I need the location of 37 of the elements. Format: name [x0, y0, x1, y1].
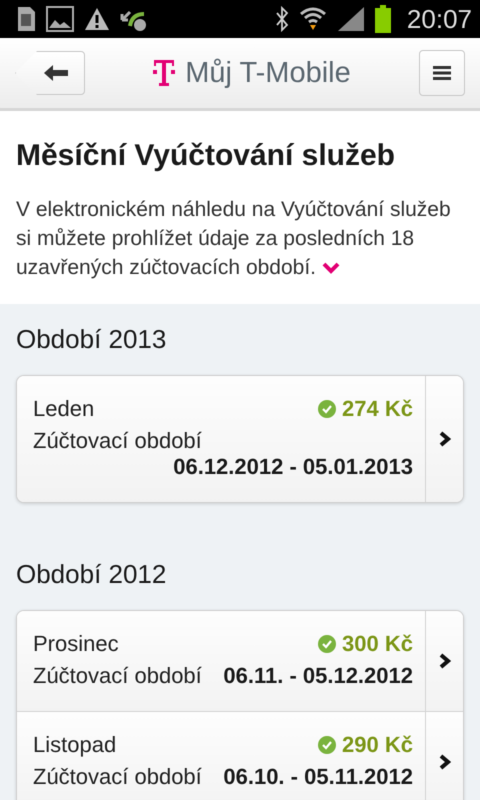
- period-dates: 06.11. - 05.12.2012: [223, 663, 413, 689]
- warning-icon: [84, 7, 110, 31]
- wifi-icon: [298, 6, 327, 32]
- back-button[interactable]: [15, 51, 85, 95]
- month-label: Prosinec: [33, 631, 119, 657]
- chevron-icon: [438, 431, 450, 447]
- section-title: Období 2012: [16, 559, 168, 590]
- month-label: Leden: [33, 396, 94, 422]
- section-title: Období 2013: [16, 324, 168, 355]
- intro-text: V elektronickém náhledu na Vyúčtování služeb si můžete prohlížet údaje za posledních 18 uzavřených zúčtovacích období.: [16, 197, 452, 281]
- month-label: Listopad: [33, 732, 116, 758]
- period-dates: 06.12.2012 - 05.01.2013: [173, 454, 413, 480]
- signal-icon: [336, 6, 365, 32]
- app-title: Můj T-Mobile: [185, 56, 351, 90]
- page-title: Měsíční Vyúčtování služeb: [16, 139, 396, 173]
- expand-icon[interactable]: [322, 262, 340, 274]
- period-label: Zúčtovací období: [33, 428, 202, 454]
- chevron-icon: [438, 754, 450, 770]
- sim-card-icon: [16, 6, 36, 32]
- logo-icon: [153, 59, 176, 87]
- period-label: Zúčtovací období: [33, 764, 202, 790]
- period-dates: 06.10. - 05.11.2012: [223, 764, 413, 790]
- menu-button[interactable]: [419, 50, 465, 96]
- bluetooth-icon: [274, 6, 289, 32]
- period-label: Zúčtovací období: [33, 663, 202, 689]
- bill-amount: 300 Kč: [342, 631, 413, 657]
- chevron-icon: [438, 653, 450, 669]
- clock-time: 20:07: [406, 4, 472, 34]
- image-icon: [46, 6, 74, 32]
- menu-icon: [433, 66, 451, 80]
- bill-row[interactable]: Prosinec 300 Kč Zúčtovací období 06.11. - 05.12.2012: [17, 611, 463, 711]
- bill-row[interactable]: Leden 274 Kč Zúčtovací období 06.12.2012 - 05.01.2013: [17, 376, 463, 502]
- back-arrow-icon: [44, 65, 68, 81]
- bill-amount: 274 Kč: [342, 396, 413, 422]
- battery-icon: [374, 5, 391, 33]
- bill-row[interactable]: Listopad 290 Kč Zúčtovací období 06.10. - 05.11.2012: [17, 711, 463, 800]
- bill-amount: 290 Kč: [342, 732, 413, 758]
